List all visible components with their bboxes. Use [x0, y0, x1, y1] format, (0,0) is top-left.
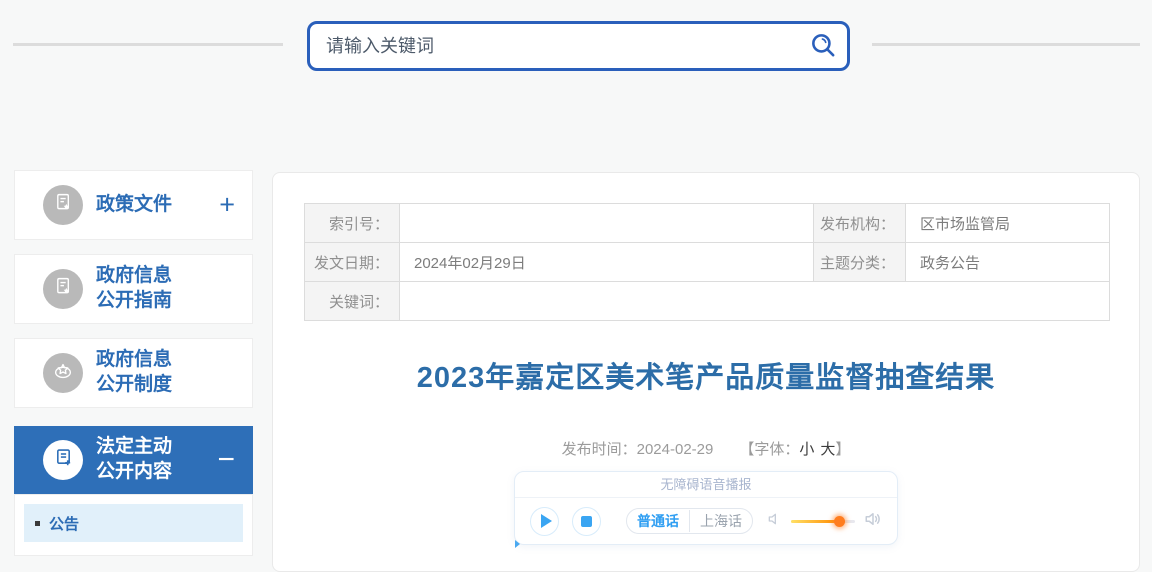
meta-label-issuer: 发布机构：	[813, 203, 906, 243]
doc-meta-table: 索引号： 发布机构： 区市场监管局 发文日期： 2024年02月29日 主题分类…	[304, 203, 1110, 321]
meta-label-keywords: 关键词：	[304, 281, 400, 321]
audio-player-header: 无障碍语音播报	[515, 472, 897, 498]
sidebar-item-label: 公开制度	[96, 374, 173, 395]
search-button[interactable]	[799, 24, 847, 68]
volume-high-icon[interactable]	[864, 510, 882, 533]
table-row: 发文日期： 2024年02月29日 主题分类： 政务公告	[304, 242, 1110, 282]
header-divider-right	[872, 43, 1140, 46]
meta-label-index: 索引号：	[304, 203, 400, 243]
meta-value-keywords	[399, 281, 1110, 321]
sidebar-item-label: 政策文件	[96, 193, 173, 215]
meta-label-category: 主题分类：	[813, 242, 906, 282]
sidebar-subitem-announcements[interactable]: 公告	[24, 504, 243, 542]
sidebar-item-label: 政府信息	[96, 349, 173, 371]
sidebar-item-gov-info-system[interactable]: 政府信息 公开制度	[14, 338, 253, 408]
sidebar-item-statutory-disclosure[interactable]: 法定主动 公开内容 −	[14, 426, 253, 494]
publish-info: 发布时间：2024-02-29 【字体：小 大】	[273, 438, 1139, 459]
meta-value-index	[399, 203, 814, 243]
font-size-prefix: 【字体：	[739, 441, 800, 458]
font-large-button[interactable]: 大	[820, 441, 835, 458]
search-icon	[808, 30, 838, 63]
document-star-icon	[53, 192, 74, 218]
stop-icon	[581, 515, 592, 527]
meta-value-category: 政务公告	[905, 242, 1110, 282]
audio-marker-icon	[515, 540, 520, 548]
sidebar-item-gov-info-guide[interactable]: 政府信息 公开指南	[14, 254, 253, 324]
volume-slider[interactable]	[791, 515, 855, 528]
expand-icon[interactable]: +	[219, 190, 235, 221]
meta-label-date: 发文日期：	[304, 242, 400, 282]
table-row: 索引号： 发布机构： 区市场监管局	[304, 203, 1110, 243]
sidebar-item-label: 公开内容	[96, 461, 173, 482]
sidebar-item-label: 政府信息	[96, 265, 173, 287]
bullet-icon	[35, 520, 40, 526]
language-switch: 普通话 上海话	[626, 508, 753, 534]
sidebar-item-policy-documents[interactable]: 政策文件 +	[14, 170, 253, 240]
sidebar-item-label: 公开指南	[96, 290, 173, 311]
meta-value-date: 2024年02月29日	[399, 242, 814, 282]
sidebar-item-label: 法定主动	[96, 436, 173, 458]
publish-date: 2024-02-29	[636, 441, 714, 458]
page-title: 2023年嘉定区美术笔产品质量监督抽查结果	[416, 362, 996, 394]
publish-time-label: 发布时间：	[561, 441, 637, 458]
search-bar[interactable]	[307, 21, 850, 71]
sidebar-submenu: 公告	[14, 494, 253, 556]
play-button[interactable]	[530, 506, 559, 536]
font-small-button[interactable]: 小	[799, 441, 814, 458]
volume-low-icon[interactable]	[766, 511, 782, 532]
submenu-label: 公告	[49, 515, 80, 533]
document-star-icon	[53, 276, 74, 302]
stop-button[interactable]	[572, 506, 601, 536]
font-size-suffix: 】	[835, 441, 851, 458]
language-option-shanghainese[interactable]: 上海话	[690, 510, 752, 532]
search-input[interactable]	[310, 35, 799, 57]
collapse-icon[interactable]: −	[217, 443, 235, 477]
main-content-panel: 索引号： 发布机构： 区市场监管局 发文日期： 2024年02月29日 主题分类…	[272, 172, 1140, 572]
header-divider-left	[13, 43, 283, 46]
meta-value-issuer: 区市场监管局	[905, 203, 1110, 243]
language-option-mandarin[interactable]: 普通话	[627, 510, 690, 532]
volume-thumb[interactable]	[834, 515, 845, 527]
play-icon	[540, 514, 552, 528]
award-star-icon	[52, 360, 74, 387]
audio-player: 无障碍语音播报 普通话 上海话	[514, 471, 898, 548]
document-plus-icon	[53, 447, 74, 473]
table-row: 关键词：	[304, 281, 1110, 321]
